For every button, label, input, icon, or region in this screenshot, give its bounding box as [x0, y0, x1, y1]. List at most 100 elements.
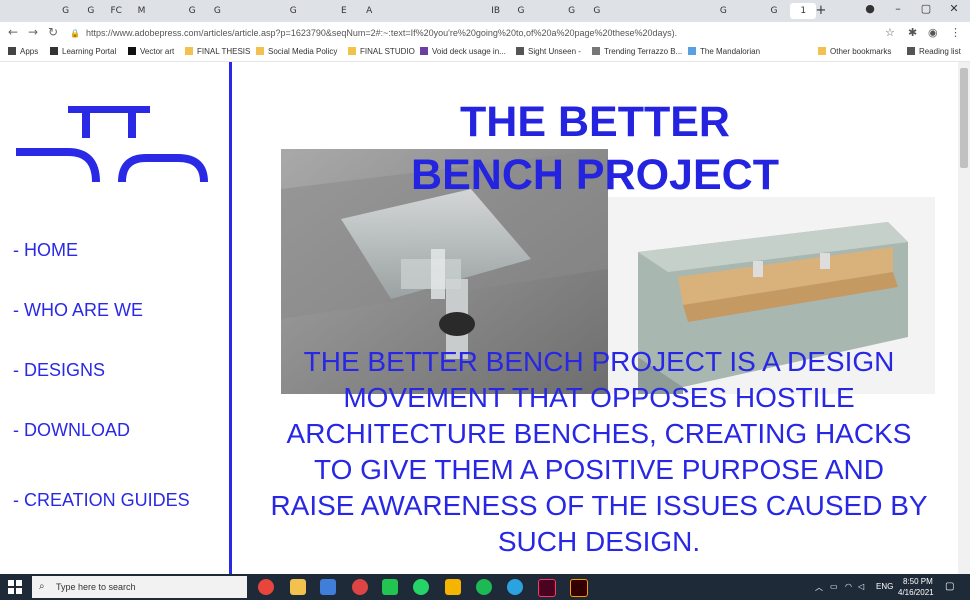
- browser-tab[interactable]: E: [335, 3, 353, 19]
- new-tab-button[interactable]: +: [812, 3, 830, 19]
- telegram-taskbar-icon[interactable]: [507, 579, 523, 595]
- browser-tab[interactable]: G: [563, 3, 581, 19]
- site-favicon-icon: [128, 47, 136, 55]
- extensions-icon[interactable]: ✱: [908, 26, 917, 39]
- browser-tab[interactable]: [689, 3, 707, 19]
- forward-icon[interactable]: →: [28, 25, 38, 39]
- browser-tab[interactable]: [436, 3, 454, 19]
- chrome-taskbar-icon[interactable]: [258, 579, 274, 595]
- profile-menu-icon[interactable]: ●: [860, 2, 880, 15]
- browser-tab[interactable]: [411, 3, 429, 19]
- bookmark-item[interactable]: Sight Unseen -: [516, 47, 581, 56]
- nav-designs[interactable]: - DESIGNS: [13, 360, 105, 381]
- browser-tab[interactable]: M: [133, 3, 151, 19]
- browser-tab[interactable]: [537, 3, 555, 19]
- file-explorer-taskbar-icon[interactable]: [290, 579, 306, 595]
- site-favicon-icon: [516, 47, 524, 55]
- notifications-icon[interactable]: ▢: [945, 581, 954, 592]
- network-icon[interactable]: ◠: [845, 582, 852, 591]
- profile-avatar-icon[interactable]: ◉: [928, 26, 938, 39]
- bookmarks-bar: Apps Learning Portal Vector art FINAL THESI…: [0, 44, 970, 62]
- bookmark-label: Void deck usage in...: [432, 47, 506, 56]
- browser-tab[interactable]: FC: [107, 3, 125, 19]
- bookmark-item[interactable]: Social Media Policy: [256, 47, 337, 56]
- browser-tab[interactable]: [664, 3, 682, 19]
- browser-tab[interactable]: G: [208, 3, 226, 19]
- site-favicon-icon: [907, 47, 915, 55]
- site-favicon-icon: [50, 47, 58, 55]
- clock-date[interactable]: 4/16/2021: [898, 588, 934, 597]
- browser-tab[interactable]: [158, 3, 176, 19]
- browser-tab[interactable]: [310, 3, 328, 19]
- page-scrollbar[interactable]: [958, 62, 970, 574]
- bookmark-item[interactable]: Learning Portal: [50, 47, 116, 56]
- bookmark-item[interactable]: FINAL THESIS: [185, 47, 250, 56]
- bookmark-item[interactable]: The Mandalorian: [688, 47, 760, 56]
- bookmark-item[interactable]: Void deck usage in...: [420, 47, 506, 56]
- back-icon[interactable]: ←: [8, 25, 18, 39]
- web-page: - HOME - WHO ARE WE - DESIGNS - DOWNLOAD…: [0, 62, 958, 574]
- browser-tab[interactable]: G: [57, 3, 75, 19]
- reload-icon[interactable]: ↻: [48, 25, 58, 39]
- browser-tab[interactable]: IB: [487, 3, 505, 19]
- bookmark-label: Vector art: [140, 47, 175, 56]
- title-line-2: BENCH PROJECT: [411, 151, 779, 199]
- lock-icon: 🔒: [70, 29, 80, 38]
- bookmark-item[interactable]: Trending Terrazzo B...: [592, 47, 682, 56]
- bookmark-item[interactable]: Apps: [8, 47, 38, 56]
- nav-home[interactable]: - HOME: [13, 240, 78, 261]
- taskbar-search-box[interactable]: ⌕ Type here to search: [32, 576, 247, 598]
- site-favicon-icon: [688, 47, 696, 55]
- language-indicator[interactable]: ENG: [876, 582, 893, 591]
- volume-icon[interactable]: ◁: [858, 582, 864, 591]
- browser-tab[interactable]: G: [714, 3, 732, 19]
- nav-creation-guides[interactable]: - CREATION GUIDES: [13, 490, 190, 511]
- browser-tab[interactable]: [234, 3, 252, 19]
- spotify-taskbar-icon[interactable]: [476, 579, 492, 595]
- browser-tab[interactable]: [740, 3, 758, 19]
- maximize-icon[interactable]: ▢: [916, 2, 936, 15]
- scrollbar-thumb[interactable]: [960, 68, 968, 168]
- address-bar[interactable]: 🔒 https://www.adobepress.com/articles/art…: [70, 25, 900, 41]
- browser-tab[interactable]: [386, 3, 404, 19]
- whatsapp-taskbar-icon[interactable]: [413, 579, 429, 595]
- browser-tab[interactable]: [461, 3, 479, 19]
- site-logo[interactable]: [16, 106, 208, 190]
- bookmark-star-icon[interactable]: ☆: [885, 26, 895, 39]
- mail-taskbar-icon[interactable]: [320, 579, 336, 595]
- folder-icon: [256, 47, 264, 55]
- bookmark-item[interactable]: FINAL STUDIO: [348, 47, 415, 56]
- browser-tab[interactable]: A: [360, 3, 378, 19]
- browser-tab[interactable]: [259, 3, 277, 19]
- bookmark-item[interactable]: Reading list: [907, 47, 961, 56]
- bookmark-label: Reading list: [919, 47, 961, 56]
- battery-icon[interactable]: ▭: [830, 582, 838, 591]
- browser-tab[interactable]: [6, 3, 24, 19]
- close-window-icon[interactable]: ✕: [944, 2, 964, 15]
- browser-tab[interactable]: [613, 3, 631, 19]
- clock-time[interactable]: 8:50 PM: [903, 577, 933, 586]
- bookmark-item[interactable]: Vector art: [128, 47, 174, 56]
- nav-who-are-we[interactable]: - WHO ARE WE: [13, 300, 143, 321]
- browser-tab[interactable]: G: [82, 3, 100, 19]
- browser-menu-icon[interactable]: ⋮: [950, 26, 961, 39]
- indesign-taskbar-icon[interactable]: [538, 579, 556, 597]
- illustrator-taskbar-icon[interactable]: [570, 579, 588, 597]
- browser-tab[interactable]: [639, 3, 657, 19]
- browser-tab[interactable]: G: [588, 3, 606, 19]
- browser-tab[interactable]: G: [284, 3, 302, 19]
- line-taskbar-icon[interactable]: [382, 579, 398, 595]
- tray-overflow-icon[interactable]: ︿: [815, 582, 823, 593]
- nav-download[interactable]: - DOWNLOAD: [13, 420, 130, 441]
- browser-tab[interactable]: [31, 3, 49, 19]
- browser-tab[interactable]: G: [765, 3, 783, 19]
- bookmark-label: FINAL THESIS: [197, 47, 251, 56]
- minimize-icon[interactable]: –: [888, 2, 908, 15]
- sticky-notes-taskbar-icon[interactable]: [445, 579, 461, 595]
- browser-tab[interactable]: G: [183, 3, 201, 19]
- windows-start-icon[interactable]: [8, 580, 22, 594]
- sidebar-divider: [229, 62, 232, 574]
- browser-tab[interactable]: G: [512, 3, 530, 19]
- bookmark-item[interactable]: Other bookmarks: [818, 47, 891, 56]
- camera-taskbar-icon[interactable]: [352, 579, 368, 595]
